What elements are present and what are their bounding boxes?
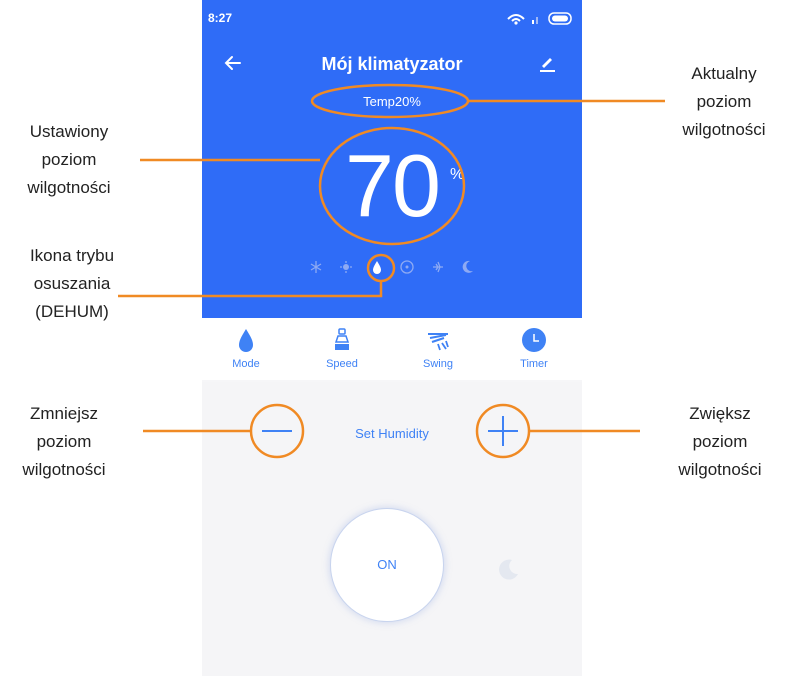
mode-label: Mode — [232, 358, 260, 370]
callout-decrease: Zmniejsz poziom wilgotności — [4, 400, 124, 484]
callout-decrease-text: Zmniejsz poziom wilgotności — [22, 404, 106, 479]
callout-set: Ustawiony poziom wilgotności — [6, 118, 132, 202]
humidity-panel: Set Humidity ON — [202, 382, 582, 676]
status-bar: 8:27 — [202, 0, 582, 40]
percent-unit: % — [450, 166, 465, 183]
increase-button[interactable] — [478, 406, 528, 456]
current-humidity-text: Temp20% — [363, 94, 421, 109]
sleep-moon-icon[interactable] — [496, 556, 522, 582]
callout-current-text: Aktualny poziom wilgotności — [682, 64, 766, 139]
power-button[interactable]: ON — [330, 508, 444, 622]
mode-button[interactable]: Mode — [216, 326, 276, 370]
swing-label: Swing — [423, 358, 453, 370]
set-humidity-value: 70 — [345, 136, 441, 235]
snowflake-icon — [310, 261, 322, 273]
callout-increase: Zwiększ poziom wilgotności — [660, 400, 780, 484]
callout-set-text: Ustawiony poziom wilgotności — [27, 122, 111, 197]
control-bar: Mode Speed Swing Timer — [202, 318, 582, 380]
timer-label: Timer — [520, 358, 548, 370]
drop-icon — [239, 329, 253, 352]
page-title: Mój klimatyzator — [321, 54, 463, 74]
title-bar: Mój klimatyzator — [202, 48, 582, 82]
swing-icon — [428, 333, 449, 351]
clock-icon — [522, 328, 546, 352]
callout-mode-text: Ikona trybu osuszania (DEHUM) — [29, 246, 115, 321]
drop-icon — [372, 261, 381, 274]
phone-screen: 8:27 Mój klimatyzator Temp20% 70 % Mode … — [202, 0, 582, 676]
speed-label: Speed — [326, 358, 358, 370]
power-label: ON — [377, 557, 397, 572]
fan-icon — [400, 260, 414, 274]
timer-button[interactable]: Timer — [504, 326, 564, 370]
moon-icon — [462, 260, 474, 273]
speed-button[interactable]: Speed — [312, 326, 372, 370]
clock: 8:27 — [208, 11, 233, 25]
mode-indicator-row — [202, 258, 582, 278]
sun-icon — [340, 261, 353, 273]
auto-icon — [432, 261, 443, 273]
callout-current: Aktualny poziom wilgotności — [664, 60, 784, 144]
speed-icon — [334, 328, 350, 350]
swing-button[interactable]: Swing — [408, 326, 468, 370]
edit-pencil-icon[interactable] — [536, 52, 558, 74]
callout-increase-text: Zwiększ poziom wilgotności — [678, 404, 762, 479]
header-panel: 8:27 Mój klimatyzator Temp20% 70 % — [202, 0, 582, 318]
status-icons — [507, 12, 572, 25]
callout-mode: Ikona trybu osuszania (DEHUM) — [16, 242, 128, 326]
